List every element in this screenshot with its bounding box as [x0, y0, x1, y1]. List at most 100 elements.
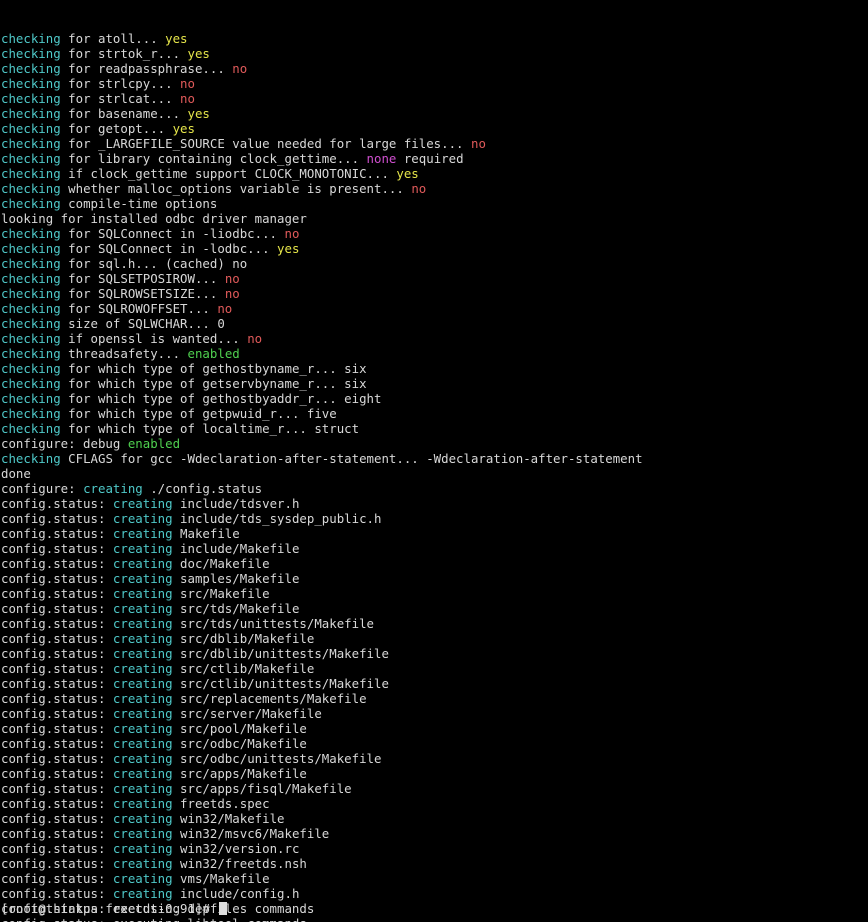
output-line: config.status: creating win32/version.rc	[1, 841, 868, 856]
output-segment: creating	[83, 481, 143, 496]
output-segment: config.status:	[1, 721, 113, 736]
prompt-line[interactable]: [root@thinkpa freetds-0.91]#	[1, 901, 228, 916]
output-segment: for which type of getpwuid_r... five	[60, 406, 337, 421]
output-segment: enabled	[187, 346, 240, 361]
output-segment: creating	[112, 751, 173, 766]
output-segment: creating	[112, 541, 173, 556]
output-line: configure: creating ./config.status	[1, 481, 868, 496]
output-segment: config.status:	[1, 556, 113, 571]
output-segment: checking	[1, 121, 61, 136]
output-line: config.status: creating src/dblib/unitte…	[1, 646, 868, 661]
output-segment: no	[224, 271, 240, 286]
output-segment: config.status:	[1, 766, 113, 781]
output-line: config.status: creating src/dblib/Makefi…	[1, 631, 868, 646]
output-segment: checking	[1, 91, 61, 106]
output-segment: looking for installed odbc driver manage…	[1, 211, 307, 226]
output-segment: checking	[1, 61, 61, 76]
output-segment: src/tds/Makefile	[172, 601, 300, 616]
output-segment: checking	[1, 376, 61, 391]
output-segment: required	[396, 151, 464, 166]
output-segment: config.status:	[1, 646, 113, 661]
output-segment: whether malloc_options variable is prese…	[60, 181, 412, 196]
output-segment: done	[1, 466, 31, 481]
output-segment: for strtok_r...	[60, 46, 188, 61]
output-segment: creating	[112, 601, 173, 616]
output-segment: samples/Makefile	[172, 571, 300, 586]
output-segment: threadsafety...	[60, 346, 188, 361]
output-segment: src/dblib/Makefile	[172, 631, 315, 646]
output-segment: include/tdsver.h	[172, 496, 300, 511]
output-segment: vms/Makefile	[172, 871, 270, 886]
output-segment: win32/Makefile	[172, 811, 285, 826]
output-line: checking whether malloc_options variable…	[1, 181, 868, 196]
terminal-window[interactable]: checking for atoll... yes checking for st…	[0, 0, 868, 922]
output-line: configure: debug enabled	[1, 436, 868, 451]
output-line: config.status: creating win32/msvc6/Make…	[1, 826, 868, 841]
output-segment: freetds.spec	[172, 796, 270, 811]
output-line: config.status: creating src/odbc/Makefil…	[1, 736, 868, 751]
output-line: checking for SQLROWSETSIZE... no	[1, 286, 868, 301]
output-segment: yes	[277, 241, 300, 256]
output-segment: creating	[112, 721, 173, 736]
output-segment: ./config.status	[142, 481, 263, 496]
output-line: checking for SQLROWOFFSET... no	[1, 301, 868, 316]
output-line: config.status: creating src/apps/Makefil…	[1, 766, 868, 781]
output-segment: src/replacements/Makefile	[172, 691, 367, 706]
output-line: config.status: creating src/ctlib/unitte…	[1, 676, 868, 691]
output-segment: src/apps/fisql/Makefile	[172, 781, 352, 796]
shell-prompt: [root@thinkpa freetds-0.91]#	[1, 901, 218, 916]
output-segment: checking	[1, 46, 61, 61]
output-line: checking for which type of getservbyname…	[1, 376, 868, 391]
output-segment: config.status:	[1, 796, 113, 811]
output-segment: checking	[1, 76, 61, 91]
output-segment: configure: debug	[1, 436, 128, 451]
output-segment: creating	[112, 766, 173, 781]
output-line: config.status: creating include/tdsver.h	[1, 496, 868, 511]
output-segment: for sql.h... (cached) no	[60, 256, 248, 271]
output-segment: checking	[1, 256, 61, 271]
output-segment: configure:	[1, 481, 84, 496]
output-line: checking for getopt... yes	[1, 121, 868, 136]
output-segment: creating	[112, 676, 173, 691]
output-segment: src/ctlib/unittests/Makefile	[172, 676, 389, 691]
output-segment: for SQLConnect in -liodbc...	[60, 226, 285, 241]
output-line: config.status: creating doc/Makefile	[1, 556, 868, 571]
output-segment: include/tds_sysdep_public.h	[172, 511, 382, 526]
output-line: config.status: creating include/Makefile	[1, 541, 868, 556]
output-segment: for strlcat...	[60, 91, 181, 106]
output-segment: for which type of localtime_r... struct	[60, 421, 360, 436]
output-segment: for which type of gethostbyaddr_r... eig…	[60, 391, 382, 406]
output-segment: creating	[112, 886, 173, 901]
output-segment: none	[366, 151, 397, 166]
output-line: checking for library containing clock_ge…	[1, 151, 868, 166]
output-segment: no	[247, 331, 263, 346]
output-segment: config.status:	[1, 856, 113, 871]
output-segment: config.status:	[1, 586, 113, 601]
output-segment: if clock_gettime support CLOCK_MONOTONIC…	[60, 166, 397, 181]
output-segment: config.status:	[1, 661, 113, 676]
output-segment: checking	[1, 166, 61, 181]
output-segment: config.status:	[1, 541, 113, 556]
output-segment: src/Makefile	[172, 586, 270, 601]
output-segment: checking	[1, 271, 61, 286]
text-cursor	[219, 902, 228, 915]
output-line: config.status: creating vms/Makefile	[1, 871, 868, 886]
output-line: checking for which type of getpwuid_r...…	[1, 406, 868, 421]
output-segment: creating	[112, 796, 173, 811]
output-segment: creating	[112, 826, 173, 841]
output-segment: src/apps/Makefile	[172, 766, 307, 781]
output-segment: checking	[1, 391, 61, 406]
output-line: done	[1, 466, 868, 481]
output-line: checking compile-time options	[1, 196, 868, 211]
output-segment: yes	[187, 46, 210, 61]
output-line: config.status: creating include/tds_sysd…	[1, 511, 868, 526]
output-segment: win32/version.rc	[172, 841, 300, 856]
output-line: config.status: creating freetds.spec	[1, 796, 868, 811]
output-segment: config.status:	[1, 631, 113, 646]
output-line: config.status: creating win32/Makefile	[1, 811, 868, 826]
output-segment: config.status:	[1, 871, 113, 886]
output-segment: config.status:	[1, 496, 113, 511]
output-segment: creating	[112, 811, 173, 826]
output-segment: for getopt...	[60, 121, 173, 136]
output-segment: src/ctlib/Makefile	[172, 661, 315, 676]
